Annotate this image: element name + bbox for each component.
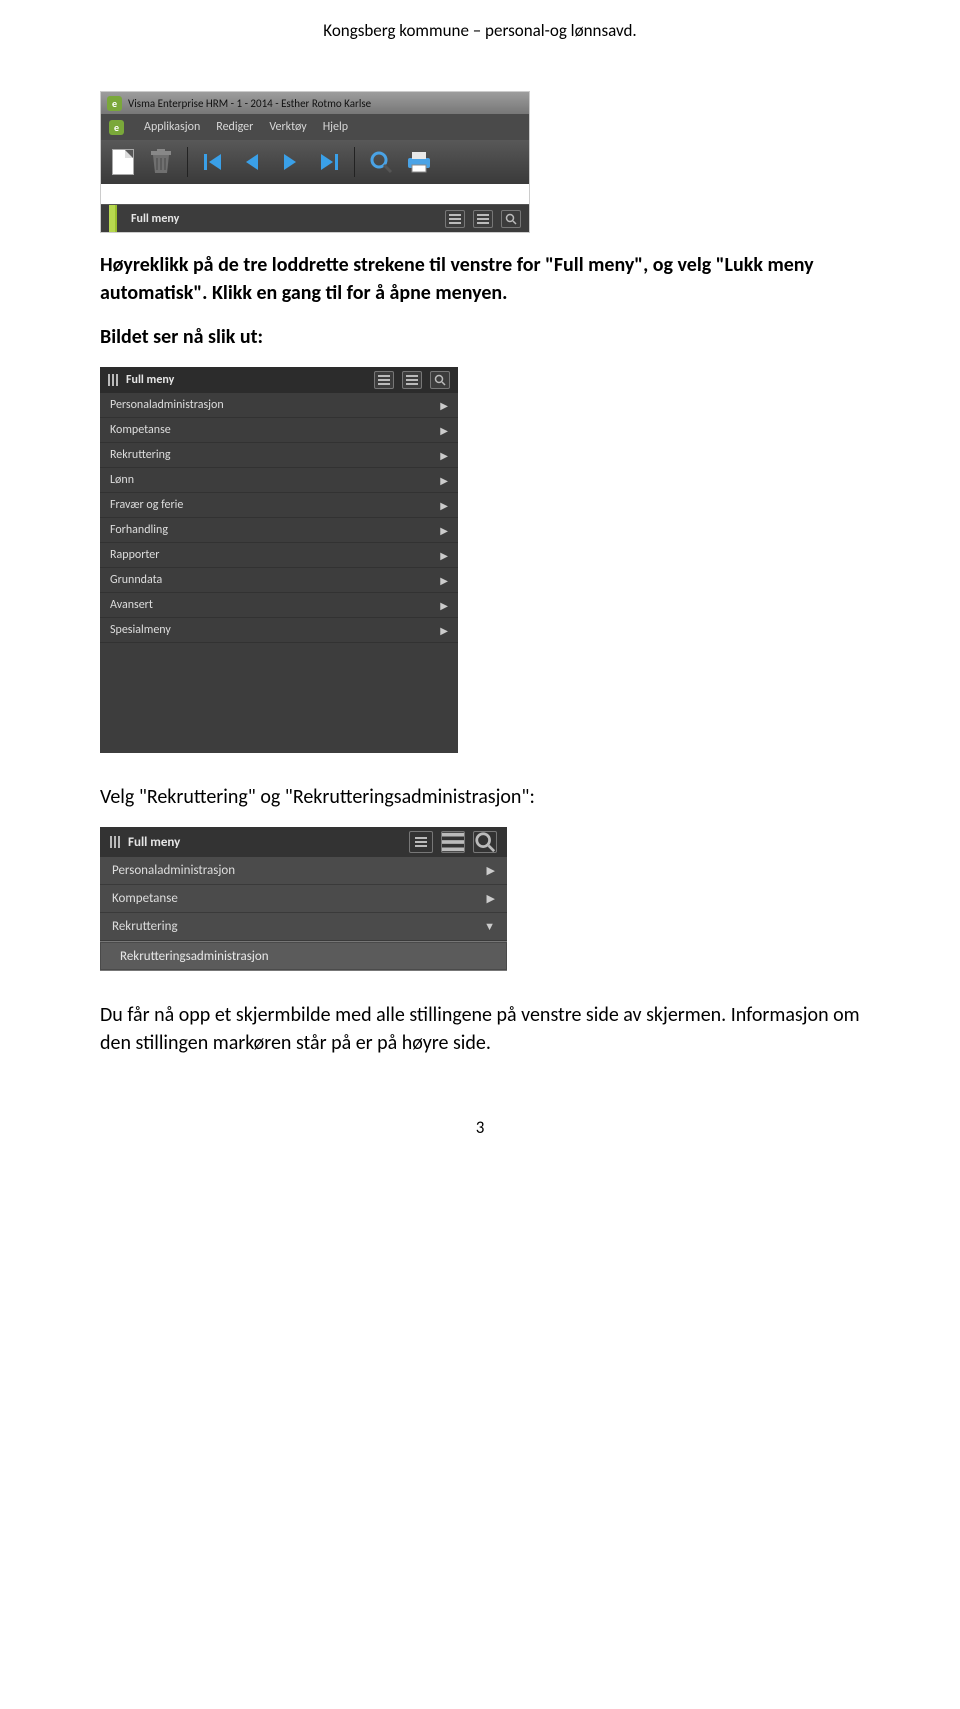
menu-item-forhandling[interactable]: Forhandling▶ — [100, 518, 458, 543]
search-icon — [369, 150, 393, 174]
gap — [101, 184, 529, 204]
list-icon — [477, 213, 489, 225]
previous-record-button[interactable] — [238, 148, 266, 176]
full-meny-label: Full meny — [126, 373, 174, 387]
chevron-right-icon: ▶ — [487, 892, 495, 905]
menu-applikasjon[interactable]: Applikasjon — [144, 120, 200, 134]
full-meny-label: Full meny — [131, 212, 179, 226]
menu-search-button[interactable] — [473, 831, 497, 853]
menu-list: Personaladministrasjon▶ Kompetanse▶ Rekr… — [100, 857, 507, 971]
menu-drag-handle-icon[interactable] — [109, 205, 117, 232]
menu-item-avansert[interactable]: Avansert▶ — [100, 593, 458, 618]
menu-drag-handle-icon[interactable] — [110, 836, 120, 848]
chevron-right-icon: ▶ — [440, 524, 448, 537]
chevron-right-icon: ▶ — [440, 574, 448, 587]
menu-item-grunndata[interactable]: Grunndata▶ — [100, 568, 458, 593]
chevron-right-icon: ▶ — [440, 549, 448, 562]
instruction-paragraph-1: Høyreklikk på de tre loddrette strekene … — [100, 251, 860, 307]
instruction-paragraph-2: Bildet ser nå slik ut: — [100, 323, 860, 351]
prev-icon — [241, 151, 263, 173]
first-record-button[interactable] — [200, 148, 228, 176]
window-title: Visma Enterprise HRM - 1 - 2014 - Esther… — [128, 97, 371, 110]
search-button[interactable] — [367, 148, 395, 176]
menu-collapse-button[interactable] — [374, 371, 394, 389]
menu-item-lonn[interactable]: Lønn▶ — [100, 468, 458, 493]
next-record-button[interactable] — [276, 148, 304, 176]
menu-list-button[interactable] — [441, 831, 465, 853]
last-record-button[interactable] — [314, 148, 342, 176]
menu-list-button[interactable] — [402, 371, 422, 389]
menu-empty-area — [100, 643, 458, 753]
app-toolbar — [101, 140, 529, 184]
menu-hjelp[interactable]: Hjelp — [323, 120, 348, 134]
search-icon — [474, 831, 496, 853]
chevron-right-icon: ▶ — [440, 624, 448, 637]
menu-item-rekruttering[interactable]: Rekruttering▼ — [100, 913, 507, 941]
delete-button[interactable] — [147, 148, 175, 176]
menu-item-kompetanse[interactable]: Kompetanse▶ — [100, 418, 458, 443]
list-icon — [406, 374, 418, 386]
screenshot-toolbar: e Visma Enterprise HRM - 1 - 2014 - Esth… — [100, 91, 530, 233]
toolbar-separator — [187, 147, 188, 177]
app-logo-icon: e — [107, 96, 122, 111]
menu-item-rekruttering[interactable]: Rekruttering▶ — [100, 443, 458, 468]
search-icon — [505, 213, 517, 225]
chevron-right-icon: ▶ — [440, 599, 448, 612]
screenshot-rekruttering-expanded: Full meny Personaladministrasjon▶ Kompet… — [100, 827, 507, 971]
menu-item-personaladministrasjon[interactable]: Personaladministrasjon▶ — [100, 857, 507, 885]
menu-item-kompetanse[interactable]: Kompetanse▶ — [100, 885, 507, 913]
chevron-down-icon: ▼ — [484, 920, 495, 933]
chevron-right-icon: ▶ — [440, 499, 448, 512]
menu-drag-handle-icon[interactable] — [108, 374, 118, 386]
document-icon — [112, 149, 134, 175]
printer-icon — [406, 151, 432, 173]
chevron-right-icon: ▶ — [440, 424, 448, 437]
menu-item-rapporter[interactable]: Rapporter▶ — [100, 543, 458, 568]
first-icon — [203, 151, 225, 173]
page-number: 3 — [100, 1117, 860, 1138]
full-meny-label: Full meny — [128, 835, 180, 850]
instruction-paragraph-4: Du får nå opp et skjermbilde med alle st… — [100, 1001, 860, 1057]
menu-collapse-button[interactable] — [445, 210, 465, 228]
chevron-right-icon: ▶ — [440, 449, 448, 462]
screenshot-full-menu: Full meny Personaladministrasjon▶ Kompet… — [100, 367, 458, 753]
menu-item-fravaer-og-ferie[interactable]: Fravær og ferie▶ — [100, 493, 458, 518]
submenu-item-rekrutteringsadministrasjon[interactable]: Rekrutteringsadministrasjon — [100, 941, 507, 971]
print-button[interactable] — [405, 148, 433, 176]
menu-rediger[interactable]: Rediger — [216, 120, 253, 134]
menu-verktoy[interactable]: Verktøy — [269, 120, 306, 134]
trash-icon — [149, 149, 173, 175]
new-document-button[interactable] — [109, 148, 137, 176]
toolbar-separator — [354, 147, 355, 177]
chevron-right-icon: ▶ — [440, 399, 448, 412]
menu-list-button[interactable] — [473, 210, 493, 228]
page-header: Kongsberg kommune – personal-og lønnsavd… — [100, 20, 860, 41]
full-meny-header[interactable]: Full meny — [101, 204, 529, 232]
search-icon — [434, 374, 446, 386]
next-icon — [279, 151, 301, 173]
menu-item-spesialmeny[interactable]: Spesialmeny▶ — [100, 618, 458, 643]
menu-list: Personaladministrasjon▶ Kompetanse▶ Rekr… — [100, 393, 458, 753]
full-meny-header[interactable]: Full meny — [100, 827, 507, 857]
last-icon — [317, 151, 339, 173]
window-titlebar: e Visma Enterprise HRM - 1 - 2014 - Esth… — [101, 92, 529, 114]
list-icon — [442, 831, 464, 853]
menu-item-personaladministrasjon[interactable]: Personaladministrasjon▶ — [100, 393, 458, 418]
menu-collapse-button[interactable] — [409, 831, 433, 853]
app-logo-icon[interactable]: e — [109, 120, 124, 135]
menu-search-button[interactable] — [430, 371, 450, 389]
instruction-paragraph-3: Velg "Rekruttering" og "Rekrutteringsadm… — [100, 783, 860, 811]
chevron-right-icon: ▶ — [440, 474, 448, 487]
full-meny-header[interactable]: Full meny — [100, 367, 458, 393]
chevron-right-icon: ▶ — [487, 864, 495, 877]
app-menubar: e Applikasjon Rediger Verktøy Hjelp — [101, 114, 529, 140]
menu-search-button[interactable] — [501, 210, 521, 228]
